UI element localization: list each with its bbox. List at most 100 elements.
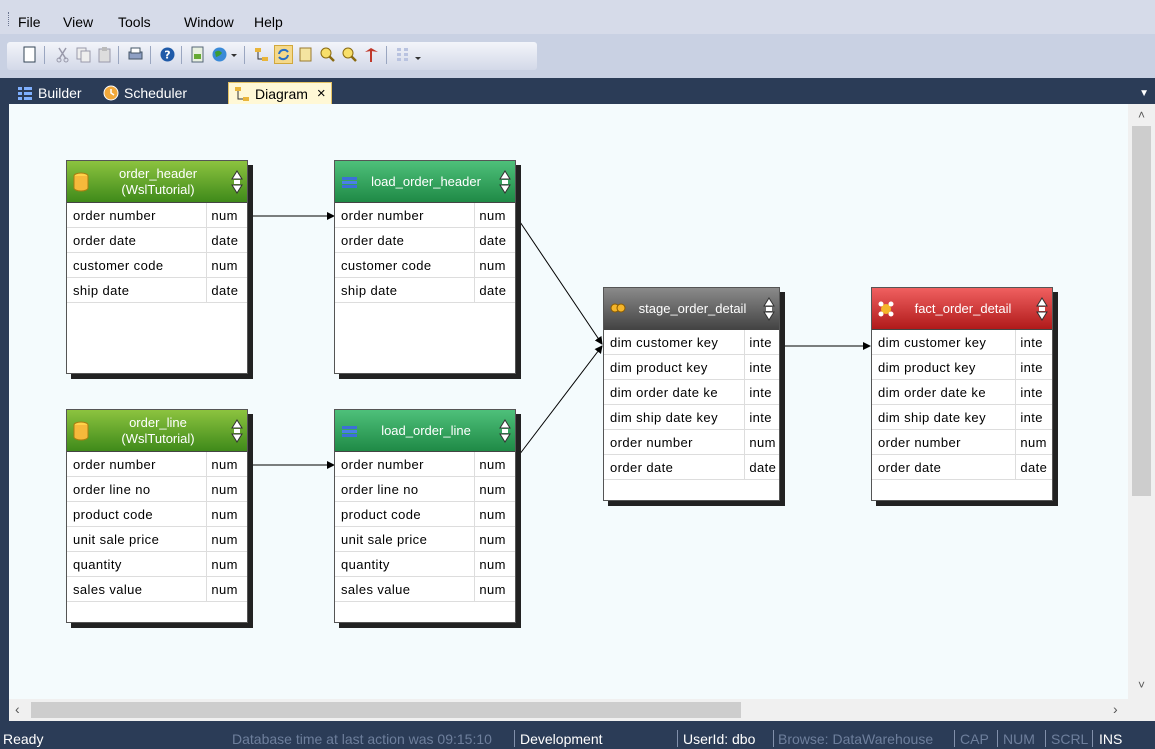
- column-row[interactable]: customer code num: [335, 253, 515, 278]
- column-row[interactable]: dim order date ke inte: [604, 380, 779, 405]
- column-row[interactable]: order date date: [604, 455, 779, 480]
- column-type: inte: [1020, 409, 1043, 425]
- table-header[interactable]: stage_order_detail: [604, 288, 779, 330]
- column-name: dim product key: [604, 355, 746, 379]
- table-order-line[interactable]: order_line (WslTutorial) order number num o…: [66, 409, 248, 623]
- status-separator: [997, 730, 998, 747]
- column-row[interactable]: quantity num: [335, 552, 515, 577]
- sort-arrows-icon[interactable]: [1036, 296, 1048, 322]
- refresh-icon[interactable]: [274, 45, 293, 64]
- vertical-scrollbar[interactable]: ˄ ˅: [1128, 104, 1155, 699]
- column-row[interactable]: dim ship date key inte: [872, 405, 1052, 430]
- tab-diagram[interactable]: Diagram ×: [228, 82, 332, 104]
- column-row[interactable]: ship date date: [335, 278, 515, 303]
- table-load-order-header[interactable]: load_order_header order number num order d…: [334, 160, 516, 374]
- column-row[interactable]: dim customer key inte: [872, 330, 1052, 355]
- vertical-scroll-thumb[interactable]: [1132, 126, 1151, 496]
- toolbar-separator: [244, 46, 245, 64]
- column-row[interactable]: order number num: [335, 203, 515, 228]
- column-row[interactable]: customer code num: [67, 253, 247, 278]
- menu-help[interactable]: Help: [254, 14, 283, 30]
- table-load-order-line[interactable]: load_order_line order number num order lin…: [334, 409, 516, 623]
- column-row[interactable]: order date date: [67, 228, 247, 253]
- column-row[interactable]: sales value num: [67, 577, 247, 602]
- scroll-left-icon[interactable]: ‹: [15, 701, 20, 717]
- column-type: date: [479, 282, 507, 298]
- horizontal-scroll-thumb[interactable]: [31, 702, 741, 718]
- menu-bar: File View Tools Window Help: [0, 0, 1155, 34]
- column-name: quantity: [335, 552, 476, 576]
- menu-view[interactable]: View: [63, 14, 93, 30]
- horizontal-scrollbar[interactable]: ‹ ›: [9, 699, 1128, 721]
- globe-icon[interactable]: [210, 45, 229, 64]
- column-row[interactable]: order number num: [335, 452, 515, 477]
- tab-list-dropdown-icon[interactable]: ▼: [1139, 88, 1149, 99]
- status-num: NUM: [1003, 731, 1035, 747]
- grid-icon[interactable]: [394, 45, 413, 64]
- column-row[interactable]: order line no num: [335, 477, 515, 502]
- toolbar-overflow-icon[interactable]: [413, 45, 423, 64]
- column-row[interactable]: quantity num: [67, 552, 247, 577]
- zoom-in-icon[interactable]: [318, 45, 337, 64]
- scroll-right-icon[interactable]: ›: [1113, 701, 1118, 717]
- column-row[interactable]: dim product key inte: [604, 355, 779, 380]
- column-row[interactable]: order line no num: [67, 477, 247, 502]
- tab-scheduler[interactable]: Scheduler: [98, 82, 192, 104]
- sort-arrows-icon[interactable]: [231, 169, 243, 195]
- column-row[interactable]: dim product key inte: [872, 355, 1052, 380]
- note-icon[interactable]: [296, 45, 315, 64]
- column-row[interactable]: ship date date: [67, 278, 247, 303]
- sort-arrows-icon[interactable]: [231, 418, 243, 444]
- diagram-icon[interactable]: [252, 45, 271, 64]
- menu-tools[interactable]: Tools: [118, 14, 151, 30]
- table-header[interactable]: load_order_header: [335, 161, 515, 203]
- column-row[interactable]: dim customer key inte: [604, 330, 779, 355]
- table-fact-order-detail[interactable]: fact_order_detail dim customer key inte di…: [871, 287, 1053, 501]
- help-icon[interactable]: ?: [158, 45, 177, 64]
- column-row[interactable]: order number num: [67, 203, 247, 228]
- column-row[interactable]: order number num: [67, 452, 247, 477]
- globe-dropdown-icon[interactable]: [229, 45, 239, 64]
- column-row[interactable]: dim ship date key inte: [604, 405, 779, 430]
- scroll-up-icon[interactable]: ˄: [1128, 108, 1155, 122]
- table-header[interactable]: fact_order_detail: [872, 288, 1052, 330]
- tab-builder[interactable]: Builder: [12, 82, 87, 104]
- cut-icon[interactable]: [53, 45, 72, 64]
- close-tab-icon[interactable]: ×: [317, 85, 326, 102]
- table-header[interactable]: load_order_line: [335, 410, 515, 452]
- pin-icon[interactable]: [362, 45, 381, 64]
- zoom-out-icon[interactable]: [340, 45, 359, 64]
- column-row[interactable]: unit sale price num: [335, 527, 515, 552]
- column-row[interactable]: product code num: [335, 502, 515, 527]
- copy-icon[interactable]: [74, 45, 93, 64]
- column-type: date: [211, 232, 239, 248]
- print-icon[interactable]: [126, 45, 145, 64]
- column-type: num: [211, 581, 238, 597]
- column-name: unit sale price: [335, 527, 476, 551]
- sort-arrows-icon[interactable]: [499, 418, 511, 444]
- status-separator: [954, 730, 955, 747]
- sort-arrows-icon[interactable]: [763, 296, 775, 322]
- column-name: sales value: [335, 577, 476, 601]
- column-row[interactable]: unit sale price num: [67, 527, 247, 552]
- sort-arrows-icon[interactable]: [499, 169, 511, 195]
- column-row[interactable]: order date date: [872, 455, 1052, 480]
- table-stage-order-detail[interactable]: stage_order_detail dim customer key inte d…: [603, 287, 780, 501]
- diagram-canvas[interactable]: order_header (WslTutorial) order number nu…: [9, 104, 1128, 699]
- column-row[interactable]: sales value num: [335, 577, 515, 602]
- table-header[interactable]: order_line (WslTutorial): [67, 410, 247, 452]
- column-row[interactable]: order number num: [872, 430, 1052, 455]
- column-type: date: [211, 282, 239, 298]
- menu-window[interactable]: Window: [184, 14, 234, 30]
- new-icon[interactable]: [20, 45, 39, 64]
- column-row[interactable]: order date date: [335, 228, 515, 253]
- column-row[interactable]: product code num: [67, 502, 247, 527]
- document-icon[interactable]: [188, 45, 207, 64]
- menu-file[interactable]: File: [18, 14, 41, 30]
- scroll-down-icon[interactable]: ˅: [1128, 678, 1155, 692]
- table-order-header[interactable]: order_header (WslTutorial) order number nu…: [66, 160, 248, 374]
- column-row[interactable]: order number num: [604, 430, 779, 455]
- paste-icon[interactable]: [95, 45, 114, 64]
- column-row[interactable]: dim order date ke inte: [872, 380, 1052, 405]
- table-header[interactable]: order_header (WslTutorial): [67, 161, 247, 203]
